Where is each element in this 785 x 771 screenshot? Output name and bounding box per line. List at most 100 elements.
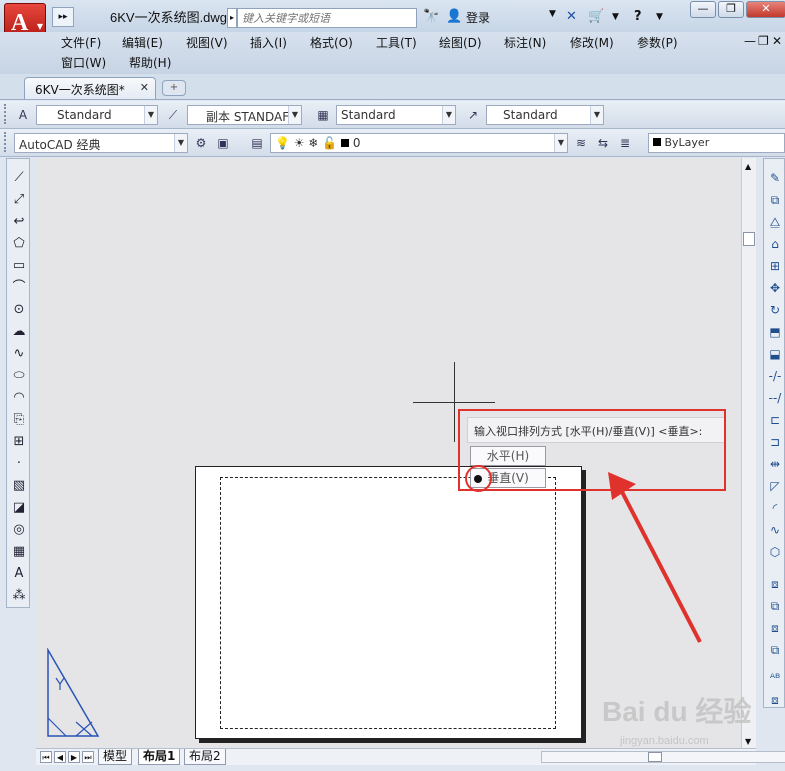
menu-draw[interactable]: 绘图(D) [439, 34, 482, 51]
make-block-icon[interactable]: ⊞ [9, 433, 29, 451]
title-expand-arrow[interactable]: ▸ [227, 8, 237, 28]
vertical-scrollbar[interactable]: ▲ ▼ [741, 158, 756, 748]
layer-select[interactable]: 💡 ☀ ❄ 🔓 0 ▼ [270, 133, 568, 153]
clean-screen-icon[interactable]: ▣ [214, 135, 232, 152]
login-button[interactable]: 登录 [466, 9, 490, 26]
hatch-icon[interactable]: ▧ [9, 477, 29, 495]
first-tab-icon[interactable]: ⏮ [40, 751, 52, 763]
draworder-under-icon[interactable]: ⧉ [765, 641, 785, 659]
rectangle-icon[interactable]: ▭ [9, 257, 29, 275]
rotate-icon[interactable]: ↻ [765, 301, 785, 319]
menu-tools[interactable]: 工具(T) [376, 34, 417, 51]
menu-format[interactable]: 格式(O) [310, 34, 353, 51]
binoculars-icon[interactable]: 🔭 [423, 8, 439, 26]
toolbar-grip[interactable] [4, 132, 8, 152]
workspace-select[interactable]: AutoCAD 经典 ▼ [14, 133, 188, 153]
chamfer-icon[interactable]: ◸ [765, 477, 785, 495]
color-select[interactable]: ByLayer [648, 133, 785, 153]
make-current-layer-icon[interactable]: ≋ [572, 135, 590, 152]
menu-help[interactable]: 帮助(H) [129, 54, 171, 71]
mdi-restore-button[interactable]: ❐ [758, 34, 769, 48]
cart-dropdown-icon[interactable]: ▼ [612, 8, 619, 26]
blend-curves-icon[interactable]: ∿ [765, 521, 785, 539]
mdi-close-button[interactable]: ✕ [772, 34, 782, 48]
menu-file[interactable]: 文件(F) [61, 34, 101, 51]
region-icon[interactable]: ◎ [9, 521, 29, 539]
arc-icon[interactable]: ⌒ [9, 279, 29, 297]
horizontal-scrollbar[interactable] [541, 751, 785, 763]
login-dropdown-icon[interactable]: ▼ [549, 9, 556, 19]
cart-icon[interactable]: 🛒 [588, 8, 604, 26]
tab-layout2[interactable]: 布局2 [184, 749, 226, 765]
polygon-icon[interactable]: ⬠ [9, 235, 29, 253]
last-tab-icon[interactable]: ⏭ [82, 751, 94, 763]
dimension-style-icon[interactable]: ⟋ [164, 107, 182, 124]
mirror-icon[interactable]: ⧋ [765, 213, 785, 231]
draworder-above-icon[interactable]: ⧈ [765, 619, 785, 637]
break-icon[interactable]: ⊐ [765, 433, 785, 451]
bring-annotations-front-icon[interactable]: ⧈ [765, 691, 785, 709]
user-icon[interactable]: 👤 [446, 8, 462, 26]
table-style-icon[interactable]: ▦ [314, 107, 332, 124]
scale-icon[interactable]: ⬒ [765, 323, 785, 341]
array-icon[interactable]: ⊞ [765, 257, 785, 275]
draworder-back-icon[interactable]: ⧉ [765, 597, 785, 615]
scroll-up-arrow-icon[interactable]: ▲ [745, 162, 751, 171]
tab-layout1[interactable]: 布局1 [138, 749, 181, 765]
next-tab-icon[interactable]: ▶ [68, 751, 80, 763]
break-at-point-icon[interactable]: ⊏ [765, 411, 785, 429]
multileader-style-select[interactable]: Standard ▼ [486, 105, 604, 125]
gradient-icon[interactable]: ◪ [9, 499, 29, 517]
multileader-style-icon[interactable]: ↗ [464, 107, 482, 124]
workspace-settings-icon[interactable]: ⚙ [192, 135, 210, 152]
extend-icon[interactable]: --/ [765, 389, 785, 407]
close-tab-icon[interactable]: ✕ [140, 81, 149, 94]
scroll-down-arrow-icon[interactable]: ▼ [745, 737, 751, 746]
quick-access-expand-button[interactable]: ▸▸ [52, 7, 74, 27]
viewport-border[interactable] [220, 477, 556, 729]
menu-window[interactable]: 窗口(W) [61, 54, 106, 71]
vertical-scroll-thumb[interactable] [743, 232, 755, 246]
exchange-icon[interactable]: ✕ [566, 8, 577, 26]
multiline-text-icon[interactable]: A [9, 565, 29, 583]
offset-icon[interactable]: ⌂ [765, 235, 785, 253]
insert-block-icon[interactable]: ⎘ [9, 411, 29, 429]
menu-modify[interactable]: 修改(M) [570, 34, 614, 51]
new-tab-button[interactable]: + [162, 80, 186, 96]
move-icon[interactable]: ✥ [765, 279, 785, 297]
mdi-minimize-button[interactable]: — [744, 34, 756, 48]
menu-edit[interactable]: 编辑(E) [122, 34, 163, 51]
layer-state-icon[interactable]: ≣ [616, 135, 634, 152]
polyline-icon[interactable]: ↩ [9, 213, 29, 231]
trim-icon[interactable]: -/- [765, 367, 785, 385]
stretch-icon[interactable]: ⬓ [765, 345, 785, 363]
menu-parameters[interactable]: 参数(P) [637, 34, 678, 51]
layer-properties-icon[interactable]: ▤ [248, 135, 266, 152]
menu-insert[interactable]: 插入(I) [250, 34, 287, 51]
close-button[interactable]: ✕ [746, 1, 785, 18]
join-icon[interactable]: ⇹ [765, 455, 785, 473]
text-front-icon[interactable]: ᴬᴮ [765, 669, 785, 687]
table-style-select[interactable]: Standard ▼ [336, 105, 456, 125]
add-selected-icon[interactable]: ⁂ [9, 587, 29, 605]
ellipse-icon[interactable]: ⬭ [9, 367, 29, 385]
help-dropdown-icon[interactable]: ▼ [656, 8, 663, 26]
spline-icon[interactable]: ∿ [9, 345, 29, 363]
ellipse-arc-icon[interactable]: ◠ [9, 389, 29, 407]
construction-line-icon[interactable]: ⤢ [9, 191, 29, 209]
search-input[interactable] [237, 8, 417, 28]
layer-previous-icon[interactable]: ⇆ [594, 135, 612, 152]
explode-icon[interactable]: ⬡ [765, 543, 785, 561]
prev-tab-icon[interactable]: ◀ [54, 751, 66, 763]
help-icon[interactable]: ? [634, 8, 642, 26]
minimize-button[interactable]: — [690, 1, 716, 18]
horizontal-scroll-thumb[interactable] [648, 752, 662, 762]
point-icon[interactable]: · [9, 455, 29, 473]
menu-view[interactable]: 视图(V) [186, 34, 228, 51]
line-icon[interactable]: ⟋ [9, 169, 29, 187]
draworder-front-icon[interactable]: ⧈ [765, 575, 785, 593]
erase-icon[interactable]: ✎ [765, 169, 785, 187]
menu-dimension[interactable]: 标注(N) [504, 34, 546, 51]
document-tab[interactable]: 6KV一次系统图* ✕ [24, 77, 156, 99]
fillet-icon[interactable]: ◜ [765, 499, 785, 517]
